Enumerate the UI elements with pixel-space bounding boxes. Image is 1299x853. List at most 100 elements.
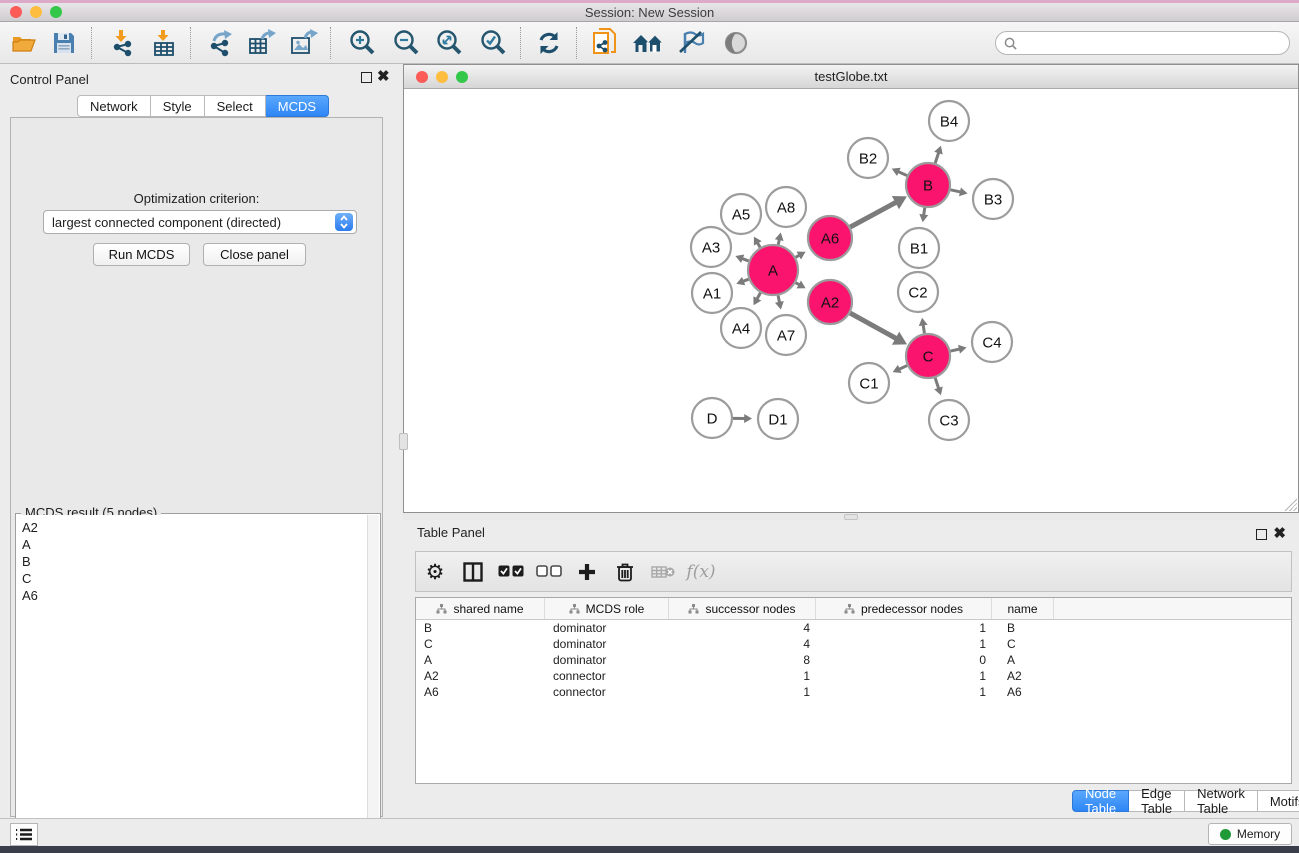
graph-node-A8[interactable]: A8 (766, 187, 806, 227)
float-table-panel-icon[interactable] (1256, 529, 1267, 540)
window-resize-grip[interactable] (1283, 497, 1297, 511)
table-row[interactable]: Cdominator41C (416, 636, 1291, 652)
table-settings-button[interactable]: ⚙ (416, 554, 454, 590)
toolbar-separator (520, 27, 521, 59)
attribute-icon (436, 604, 447, 614)
tab-style[interactable]: Style (151, 95, 205, 117)
new-network-from-selection-button[interactable] (586, 25, 624, 61)
control-panel: Control Panel ✖ Optimization criterion: … (0, 64, 403, 820)
tab-mcds[interactable]: MCDS (266, 95, 329, 117)
close-panel-icon[interactable]: ✖ (377, 68, 390, 86)
table-row[interactable]: A6connector11A6 (416, 684, 1291, 700)
export-table-icon (248, 29, 276, 57)
graph-node-D1[interactable]: D1 (758, 399, 798, 439)
import-table-button[interactable] (145, 25, 183, 61)
graph-node-A5[interactable]: A5 (721, 194, 761, 234)
graph-node-A[interactable]: A (748, 245, 798, 295)
result-item[interactable]: A6 (17, 587, 367, 604)
show-all-button[interactable] (717, 25, 755, 61)
export-network-button[interactable] (201, 25, 239, 61)
column-header-successor-nodes[interactable]: successor nodes (669, 598, 816, 619)
result-item[interactable]: A2 (17, 519, 367, 536)
graph-node-B3[interactable]: B3 (973, 179, 1013, 219)
graph-node-A3[interactable]: A3 (691, 227, 731, 267)
show-column-button[interactable] (454, 554, 492, 590)
tab-edge-table[interactable]: Edge Table (1129, 790, 1185, 812)
network-canvas[interactable]: A A1 A2 A3 A4 A5 A6 A7 A8 B B1 B2 B3 B4 C C1 C2 C3C4 D D1 (404, 89, 1298, 512)
first-neighbors-button[interactable] (629, 25, 667, 61)
cell-predecessor-nodes: 1 (816, 637, 992, 651)
hide-selected-button[interactable] (672, 25, 710, 61)
graph-node-C3[interactable]: C3 (929, 400, 969, 440)
table-row[interactable]: A2connector11A2 (416, 668, 1291, 684)
column-header-predecessor-nodes[interactable]: predecessor nodes (816, 598, 992, 619)
graph-node-A6[interactable]: A6 (808, 216, 852, 260)
cell-name: A2 (992, 669, 1054, 683)
svg-text:D: D (707, 411, 718, 428)
import-network-button[interactable] (103, 25, 141, 61)
tab-network-table[interactable]: Network Table (1185, 790, 1258, 812)
search-input[interactable] (1017, 36, 1289, 50)
add-row-button[interactable] (568, 554, 606, 590)
search-box[interactable] (995, 31, 1290, 55)
open-file-button[interactable] (5, 25, 43, 61)
refresh-layout-button[interactable] (530, 25, 568, 61)
cell-successor-nodes: 8 (669, 653, 816, 667)
column-header-shared-name[interactable]: shared name (416, 598, 545, 619)
checked-boxes-icon (498, 565, 524, 578)
select-all-button[interactable] (492, 554, 530, 590)
network-window-titlebar[interactable]: testGlobe.txt (404, 65, 1298, 89)
zoom-fit-button[interactable] (430, 25, 468, 61)
tab-node-table[interactable]: Node Table (1072, 790, 1129, 812)
column-header-MCDS-role[interactable]: MCDS role (545, 598, 669, 619)
graph-node-B2[interactable]: B2 (848, 138, 888, 178)
column-header-name[interactable]: name (992, 598, 1054, 619)
graph-node-B1[interactable]: B1 (899, 228, 939, 268)
function-builder-button: f(x) (682, 554, 720, 590)
cell-predecessor-nodes: 1 (816, 669, 992, 683)
delete-row-button[interactable] (606, 554, 644, 590)
graph-node-B[interactable]: B (906, 163, 950, 207)
table-row[interactable]: Adominator80A (416, 652, 1291, 668)
control-panel-tabs: NetworkStyleSelectMCDS (77, 95, 329, 117)
close-table-panel-icon[interactable]: ✖ (1273, 525, 1286, 543)
graph-node-C4[interactable]: C4 (972, 322, 1012, 362)
tab-motifs[interactable]: Motifs (1258, 790, 1299, 812)
graph-node-A4[interactable]: A4 (721, 308, 761, 348)
graph-node-C1[interactable]: C1 (849, 363, 889, 403)
edge-B-B2 (898, 171, 907, 175)
export-image-button[interactable] (285, 25, 323, 61)
result-item[interactable]: B (17, 553, 367, 570)
deselect-all-button[interactable] (530, 554, 568, 590)
network-window-title: testGlobe.txt (404, 69, 1298, 84)
result-list-scrollbar[interactable] (367, 515, 379, 851)
close-panel-button[interactable]: Close panel (203, 243, 306, 266)
tab-network[interactable]: Network (77, 95, 151, 117)
float-panel-icon[interactable] (361, 72, 372, 83)
result-item[interactable]: A (17, 536, 367, 553)
table-row[interactable]: Bdominator41B (416, 620, 1291, 636)
zoom-out-button[interactable] (387, 25, 425, 61)
zoom-in-button[interactable] (343, 25, 381, 61)
export-table-button[interactable] (243, 25, 281, 61)
svg-text:B4: B4 (940, 114, 958, 131)
cell-name: B (992, 621, 1054, 635)
criterion-select[interactable]: largest connected component (directed) (43, 210, 357, 234)
memory-button[interactable]: Memory (1208, 823, 1292, 845)
graph-node-B4[interactable]: B4 (929, 101, 969, 141)
new-network-from-selection-icon (592, 28, 618, 58)
save-session-button[interactable] (45, 25, 83, 61)
result-item[interactable]: C (17, 570, 367, 587)
divider-grip[interactable] (399, 433, 408, 450)
edge-C-C3 (935, 378, 939, 389)
graph-node-A1[interactable]: A1 (692, 273, 732, 313)
task-history-button[interactable] (10, 823, 38, 846)
graph-node-D[interactable]: D (692, 398, 732, 438)
graph-node-A7[interactable]: A7 (766, 315, 806, 355)
run-mcds-button[interactable]: Run MCDS (93, 243, 190, 266)
tab-select[interactable]: Select (205, 95, 266, 117)
graph-node-A2[interactable]: A2 (808, 280, 852, 324)
graph-node-C[interactable]: C (906, 334, 950, 378)
graph-node-C2[interactable]: C2 (898, 272, 938, 312)
zoom-selected-button[interactable] (474, 25, 512, 61)
